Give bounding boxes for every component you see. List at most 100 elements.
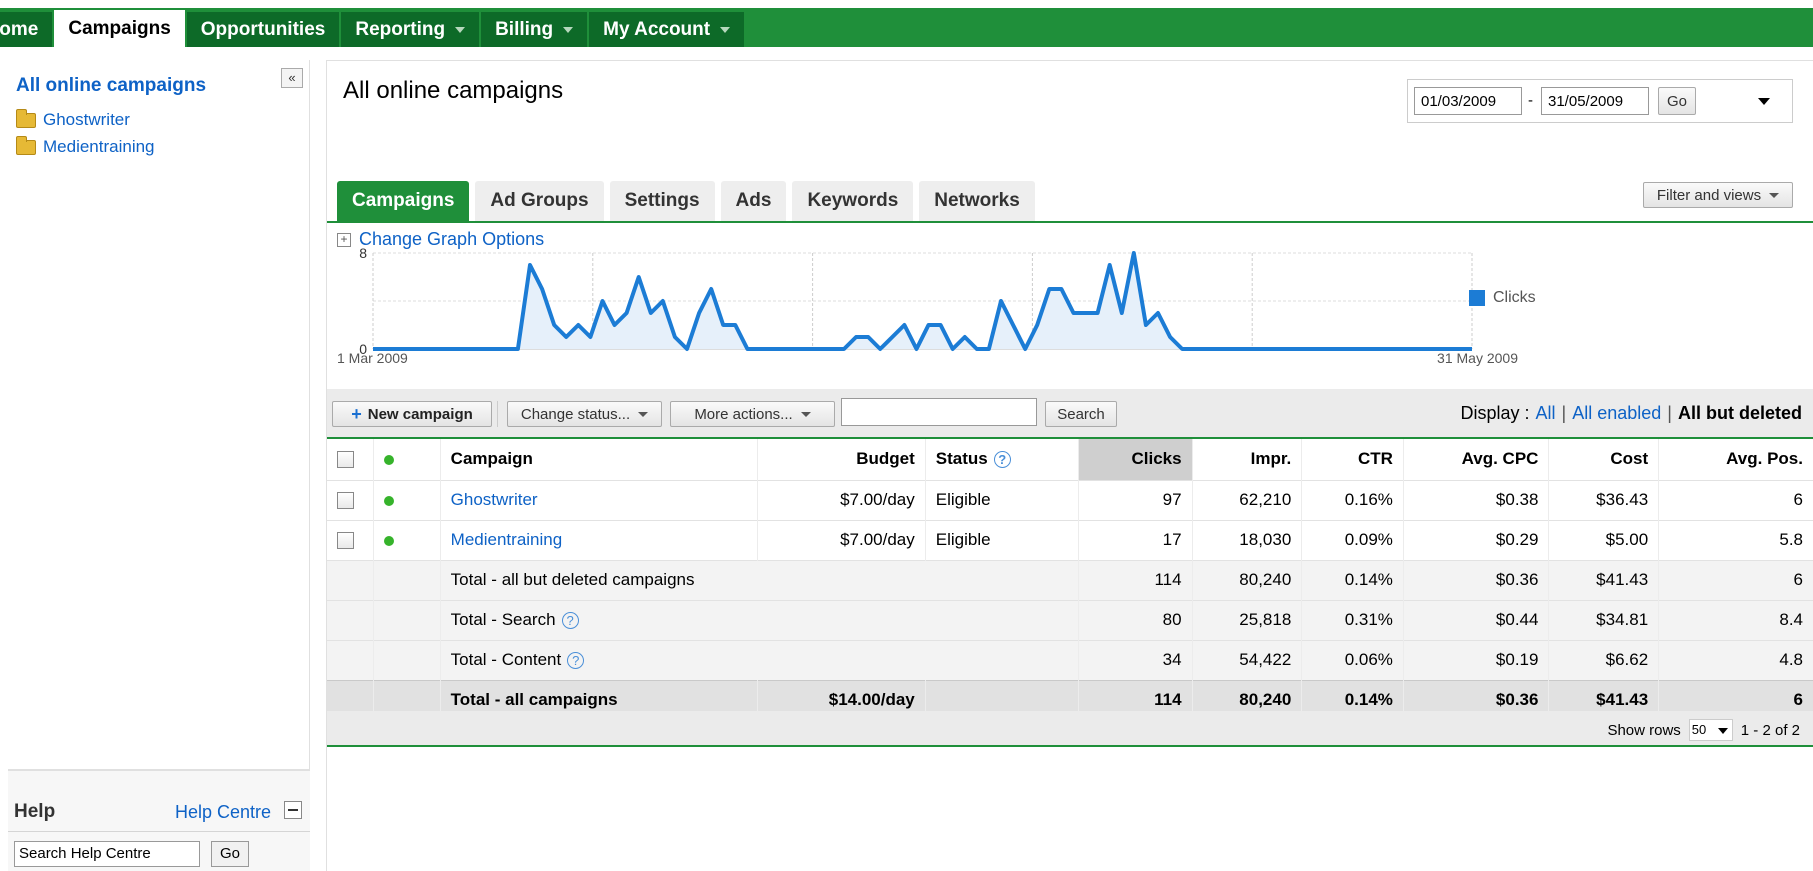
total-label-cell: Total - Search? bbox=[440, 599, 1080, 640]
nav-reporting[interactable]: Reporting bbox=[341, 12, 482, 47]
impr-header[interactable]: Impr. bbox=[1192, 437, 1303, 480]
help-centre-link[interactable]: Help Centre bbox=[175, 802, 271, 823]
ctr-cell: 0.06% bbox=[1301, 639, 1404, 680]
help-icon[interactable]: ? bbox=[561, 612, 579, 630]
avg-cpc-cell: $0.36 bbox=[1403, 559, 1550, 600]
more-actions-button[interactable]: More actions... bbox=[670, 401, 835, 427]
avg-pos-cell: 4.8 bbox=[1658, 639, 1813, 680]
display-filter: Display : All | All enabled | All but de… bbox=[1460, 403, 1802, 424]
checkbox-cell bbox=[327, 519, 374, 560]
nav-home[interactable]: lome bbox=[0, 12, 55, 47]
avg-cpc-header[interactable]: Avg. CPC bbox=[1403, 437, 1550, 480]
tab-campaigns[interactable]: Campaigns bbox=[337, 181, 470, 221]
chart-series bbox=[373, 251, 1472, 351]
minimize-icon[interactable] bbox=[284, 801, 302, 819]
rows-per-page-select[interactable]: 50 bbox=[1688, 719, 1733, 741]
nav-my-account[interactable]: My Account bbox=[589, 12, 747, 47]
select-all-checkbox[interactable] bbox=[337, 451, 354, 469]
chevron-down-icon bbox=[563, 26, 574, 33]
help-search-input[interactable]: Search Help Centre bbox=[14, 841, 200, 867]
total-row: Total - all but deleted campaigns 114 80… bbox=[327, 559, 1813, 600]
avg-pos-cell: 8.4 bbox=[1658, 599, 1813, 640]
cost-header[interactable]: Cost bbox=[1548, 437, 1660, 480]
sidebar-item-medientraining[interactable]: Medientraining bbox=[16, 135, 155, 157]
cost-cell: $34.81 bbox=[1548, 599, 1660, 640]
budget-cell[interactable]: $7.00/day bbox=[757, 479, 926, 520]
date-range-dropdown-icon[interactable] bbox=[1758, 98, 1770, 105]
clicks-chart: 8 0 1 Mar 2009 31 May 2009 bbox=[337, 245, 1518, 366]
more-actions-label: More actions... bbox=[694, 405, 793, 423]
nav-campaigns[interactable]: Campaigns bbox=[54, 10, 187, 47]
new-campaign-button[interactable]: + New campaign bbox=[332, 401, 492, 427]
table-header-row: Campaign Budget Status? Clicks Impr. CTR… bbox=[327, 437, 1813, 480]
avg-pos-cell: 6 bbox=[1658, 559, 1813, 600]
tab-settings[interactable]: Settings bbox=[609, 181, 715, 221]
divider bbox=[8, 831, 310, 832]
status-dot-icon bbox=[383, 454, 394, 465]
ctr-header[interactable]: CTR bbox=[1301, 437, 1404, 480]
table-footer: Show rows 50 1 - 2 of 2 bbox=[327, 711, 1813, 747]
cost-cell: $36.43 bbox=[1548, 479, 1660, 520]
pagination-range: 1 - 2 of 2 bbox=[1740, 721, 1800, 739]
filter-and-views-button[interactable]: Filter and views bbox=[1643, 182, 1793, 208]
status-dot-cell bbox=[373, 519, 441, 560]
row-checkbox[interactable] bbox=[337, 492, 354, 510]
checkbox-cell bbox=[327, 479, 374, 520]
clicks-cell: 97 bbox=[1078, 479, 1193, 520]
cost-cell: $41.43 bbox=[1548, 559, 1660, 600]
search-button[interactable]: Search bbox=[1045, 401, 1117, 427]
tab-ad-groups[interactable]: Ad Groups bbox=[475, 181, 604, 221]
date-separator: - bbox=[1528, 92, 1533, 109]
impr-cell: 18,030 bbox=[1192, 519, 1303, 560]
display-all-link[interactable]: All bbox=[1536, 403, 1556, 424]
budget-header[interactable]: Budget bbox=[757, 437, 926, 480]
collapse-sidebar-button[interactable]: « bbox=[281, 68, 303, 88]
campaign-link[interactable]: Ghostwriter bbox=[440, 479, 759, 520]
help-go-button[interactable]: Go bbox=[211, 841, 249, 867]
tab-ads[interactable]: Ads bbox=[720, 181, 787, 221]
filter-label: Filter and views bbox=[1656, 186, 1762, 204]
avg-pos-header[interactable]: Avg. Pos. bbox=[1658, 437, 1813, 480]
budget-cell[interactable]: $7.00/day bbox=[757, 519, 926, 560]
display-current: All but deleted bbox=[1677, 403, 1802, 423]
sidebar-item-ghostwriter[interactable]: Ghostwriter bbox=[16, 108, 130, 130]
help-icon[interactable]: ? bbox=[993, 451, 1011, 469]
change-status-button[interactable]: Change status... bbox=[507, 401, 662, 427]
clicks-cell: 114 bbox=[1078, 559, 1193, 600]
avg-pos-cell: 6 bbox=[1658, 479, 1813, 520]
display-all-enabled-link[interactable]: All enabled bbox=[1572, 403, 1661, 424]
cost-cell: $5.00 bbox=[1548, 519, 1660, 560]
legend-swatch bbox=[1469, 290, 1485, 306]
toolbar-divider bbox=[497, 401, 498, 427]
date-to-input[interactable]: 31/05/2009 bbox=[1541, 87, 1649, 115]
show-rows-label: Show rows bbox=[1607, 721, 1681, 739]
campaigns-table: Campaign Budget Status? Clicks Impr. CTR… bbox=[327, 437, 1813, 721]
tab-networks[interactable]: Networks bbox=[919, 181, 1035, 221]
nav-opportunities[interactable]: Opportunities bbox=[186, 12, 342, 47]
ctr-cell: 0.31% bbox=[1301, 599, 1404, 640]
clicks-header[interactable]: Clicks bbox=[1078, 437, 1193, 480]
impr-cell: 54,422 bbox=[1192, 639, 1303, 680]
y-tick-label: 8 bbox=[359, 245, 367, 261]
campaign-header[interactable]: Campaign bbox=[440, 437, 759, 480]
help-title: Help bbox=[14, 801, 56, 822]
impr-cell: 80,240 bbox=[1192, 559, 1303, 600]
total-label: Total - Content bbox=[450, 650, 562, 669]
change-status-label: Change status... bbox=[520, 405, 631, 423]
cost-cell: $6.62 bbox=[1548, 639, 1660, 680]
campaign-search-input[interactable] bbox=[841, 398, 1037, 426]
avg-cpc-cell: $0.38 bbox=[1403, 479, 1550, 520]
sidebar-title[interactable]: All online campaigns bbox=[16, 75, 206, 97]
date-from-input[interactable]: 01/03/2009 bbox=[1414, 87, 1522, 115]
total-row: Total - Search? 80 25,818 0.31% $0.44 $3… bbox=[327, 599, 1813, 640]
status-header[interactable]: Status? bbox=[925, 437, 1080, 480]
date-go-button[interactable]: Go bbox=[1658, 87, 1696, 115]
row-checkbox[interactable] bbox=[337, 532, 354, 550]
sidebar-item-label: Ghostwriter bbox=[43, 110, 130, 129]
display-label: Display : bbox=[1460, 403, 1530, 423]
nav-billing[interactable]: Billing bbox=[481, 12, 590, 47]
tab-keywords[interactable]: Keywords bbox=[792, 181, 914, 221]
campaign-link[interactable]: Medientraining bbox=[440, 519, 759, 560]
help-icon[interactable]: ? bbox=[567, 652, 585, 670]
avg-cpc-cell: $0.44 bbox=[1403, 599, 1550, 640]
